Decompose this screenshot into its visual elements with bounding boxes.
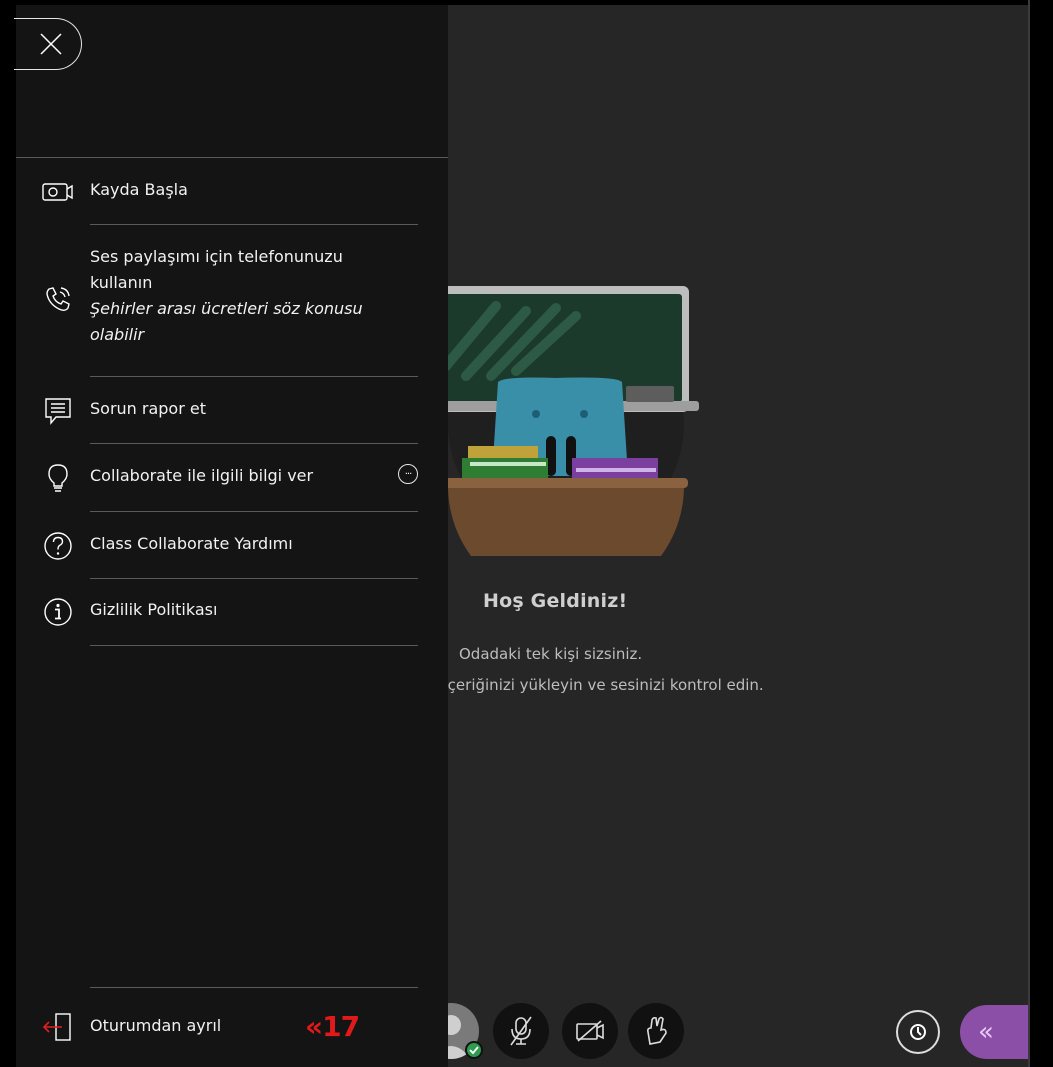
menu-item-help[interactable]: Class Collaborate Yardımı bbox=[16, 531, 448, 561]
welcome-message: Odadaki tek kişi sizsiniz. bbox=[459, 645, 643, 663]
session-menu: Kayda Başla Ses paylaşımı için telefonun… bbox=[14, 5, 448, 1067]
camera-off-icon bbox=[576, 1020, 604, 1042]
help-circle-icon bbox=[40, 531, 76, 561]
collaborate-panel-button[interactable]: « bbox=[960, 1005, 1028, 1059]
menu-item-label: Collaborate ile ilgili bilgi ver bbox=[90, 466, 314, 485]
menu-divider bbox=[90, 578, 418, 579]
classroom-illustration bbox=[416, 286, 699, 556]
menu-item-label: Kayda Başla bbox=[90, 180, 188, 199]
clock-icon bbox=[910, 1024, 926, 1040]
menu-divider bbox=[90, 511, 418, 512]
menu-divider bbox=[90, 645, 418, 646]
menu-divider bbox=[90, 224, 418, 225]
menu-item-start-recording[interactable]: Kayda Başla bbox=[16, 177, 448, 207]
hand-icon bbox=[647, 1016, 667, 1045]
menu-item-label: Sorun rapor et bbox=[90, 399, 206, 418]
lightbulb-icon bbox=[40, 463, 76, 493]
menu-item-phone-audio[interactable]: Ses paylaşımı için telefonunuzu kullanın… bbox=[16, 244, 448, 358]
annotation-marker: «17 bbox=[305, 1010, 360, 1043]
microphone-button[interactable] bbox=[493, 1003, 549, 1059]
menu-item-label: Oturumdan ayrıl bbox=[90, 1016, 222, 1035]
phone-audio-icon bbox=[40, 284, 76, 314]
menu-divider bbox=[90, 376, 418, 377]
menu-divider bbox=[90, 443, 418, 444]
report-message-icon bbox=[40, 396, 76, 426]
close-icon bbox=[39, 33, 62, 55]
close-menu-button[interactable] bbox=[14, 18, 82, 70]
camera-button[interactable] bbox=[562, 1003, 618, 1059]
menu-item-label: Ses paylaşımı için telefonunuzu kullanın bbox=[90, 247, 343, 292]
share-activity-button[interactable] bbox=[896, 1010, 940, 1054]
menu-item-privacy[interactable]: Gizlilik Politikası bbox=[16, 597, 448, 627]
more-options-button[interactable]: ··· bbox=[398, 464, 418, 484]
chevron-left-icon: « bbox=[978, 1017, 994, 1047]
menu-item-label: Gizlilik Politikası bbox=[90, 600, 218, 619]
leave-session-button[interactable]: Oturumdan ayrıl bbox=[16, 1009, 448, 1049]
status-check-icon bbox=[465, 1041, 483, 1059]
window-right-border bbox=[1028, 0, 1030, 1067]
menu-divider bbox=[90, 987, 418, 988]
menu-item-feedback[interactable]: Collaborate ile ilgili bilgi ver bbox=[16, 463, 448, 493]
raise-hand-button[interactable] bbox=[628, 1003, 684, 1059]
mic-muted-icon bbox=[510, 1016, 532, 1046]
exit-door-icon bbox=[40, 1011, 76, 1043]
menu-divider bbox=[16, 157, 448, 158]
more-dots-icon: ··· bbox=[404, 468, 412, 480]
menu-item-sublabel: Şehirler arası ücretleri söz konusu olab… bbox=[90, 299, 363, 344]
menu-item-label: Class Collaborate Yardımı bbox=[90, 534, 293, 553]
info-circle-icon bbox=[40, 597, 76, 627]
video-record-icon bbox=[40, 181, 76, 203]
welcome-title: Hoş Geldiniz! bbox=[483, 590, 628, 612]
menu-item-report-issue[interactable]: Sorun rapor et bbox=[16, 396, 448, 426]
